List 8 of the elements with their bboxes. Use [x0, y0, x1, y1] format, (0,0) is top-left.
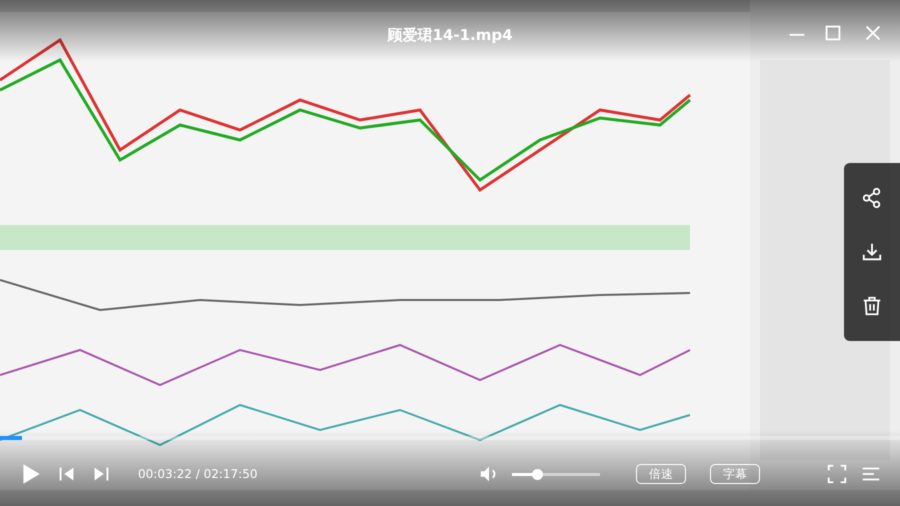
- speed-button[interactable]: 倍速: [636, 464, 686, 484]
- share-icon[interactable]: [861, 187, 883, 209]
- trash-icon[interactable]: [861, 295, 883, 317]
- time-display: 00:03:22 / 02:17:50: [138, 466, 258, 483]
- fullscreen-icon[interactable]: [826, 463, 848, 485]
- download-icon[interactable]: [861, 241, 883, 263]
- video-title: 顾爱珺14-1.mp4: [387, 25, 513, 46]
- subtitle-button[interactable]: 字幕: [710, 464, 760, 484]
